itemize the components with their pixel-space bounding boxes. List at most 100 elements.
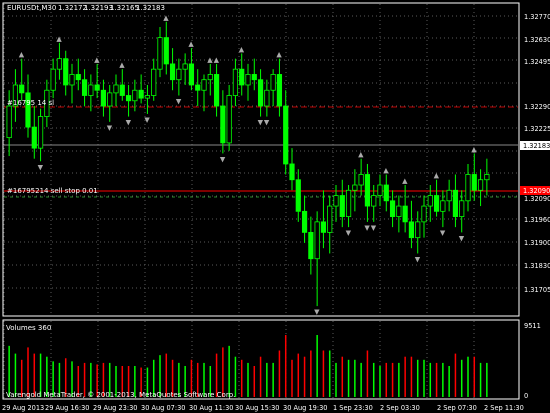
- sell-stop-label[interactable]: #16795214 sell stop 0.01: [7, 187, 98, 195]
- fractal-down-marker: ▼: [176, 98, 182, 106]
- candle-body: [188, 63, 195, 86]
- fractal-down-marker: ▼: [126, 119, 132, 127]
- fractal-up-marker: ▲: [163, 14, 169, 22]
- time-tick: 29 Aug 2013: [2, 404, 44, 412]
- candle-body: [339, 195, 345, 217]
- candle-body: [113, 84, 119, 94]
- copyright-text: Varengold MetaTrader, © 2001-2013, MetaQ…: [6, 391, 235, 399]
- candle-body: [446, 189, 452, 202]
- fractal-down-marker: ▼: [364, 224, 370, 232]
- chart-window[interactable]: ▲▼▲▲▼▲▼ ▼▲▼▲▲ ▲▼▲▼ ▼▲▼▼▲▼ ▼▲▲▼▲▼▼▲ EURUSDt,M…: [0, 0, 550, 413]
- chart-high: 1.32193: [84, 4, 113, 12]
- candle-body: [377, 184, 383, 196]
- current-price-label: 1.32183: [523, 142, 550, 150]
- candle-body: [63, 58, 69, 86]
- price-tick: 1.32630: [524, 36, 550, 44]
- candle-body: [69, 74, 75, 86]
- fractal-up-marker: ▲: [434, 172, 440, 180]
- candle-body: [151, 68, 157, 96]
- candle-body: [421, 205, 427, 223]
- candle-body: [364, 174, 371, 207]
- candle-body: [245, 74, 251, 86]
- price-tick: 1.31960: [524, 216, 550, 224]
- fractal-down-marker: ▼: [144, 116, 150, 124]
- time-tick: 29 Aug 23:30: [93, 404, 137, 412]
- candle-body: [402, 205, 408, 223]
- candle-body: [19, 84, 25, 94]
- candle-body: [345, 189, 352, 217]
- candle-body: [301, 210, 308, 233]
- candle-body: [195, 84, 201, 91]
- candle-body: [270, 74, 276, 91]
- candle-body: [371, 195, 377, 207]
- time-tick: 30 Aug 07:30: [141, 404, 185, 412]
- price-tick: 1.32090: [524, 195, 550, 203]
- fractal-up-marker: ▲: [94, 56, 100, 64]
- candle-body: [138, 89, 144, 99]
- chart-close: 1.32183: [136, 4, 165, 12]
- candle-body: [264, 89, 270, 107]
- price-tick: 1.32225: [524, 125, 550, 133]
- candle-body: [125, 95, 132, 102]
- candle-body: [226, 95, 232, 144]
- candle-body: [119, 84, 125, 96]
- candle-body: [220, 105, 226, 144]
- candle-body: [163, 37, 169, 65]
- fractal-down-marker: ▼: [258, 119, 264, 127]
- time-tick: 30 Aug 19:30: [283, 404, 327, 412]
- fractal-down-marker: ▼: [346, 229, 352, 237]
- candle-body: [415, 221, 421, 239]
- time-tick: 30 Aug 11:30: [189, 404, 233, 412]
- candle-body: [157, 37, 163, 70]
- candle-body: [251, 74, 257, 81]
- candle-body: [182, 63, 188, 70]
- time-tick: 29 Aug 16:30: [45, 404, 89, 412]
- fractal-up-marker: ▲: [214, 56, 220, 64]
- chart-low: 1.32165: [110, 4, 139, 12]
- candle-body: [484, 174, 490, 181]
- fractal-up-marker: ▲: [56, 35, 62, 43]
- candle-body: [176, 68, 182, 81]
- fractal-down-marker: ▼: [38, 163, 44, 171]
- candle-body: [433, 195, 440, 212]
- volumes-title: Volumes 360: [6, 324, 51, 332]
- fractal-up-marker: ▲: [402, 177, 408, 185]
- price-tick: 1.32290: [524, 103, 550, 111]
- candle-body: [295, 179, 301, 212]
- candle-body: [283, 105, 289, 165]
- sell-stop-price-label: 1.32090: [523, 187, 550, 195]
- fractal-up-marker: ▲: [207, 56, 213, 64]
- candle-body: [81, 79, 88, 96]
- fractal-down-marker: ▼: [415, 255, 421, 263]
- candle-body: [408, 221, 415, 239]
- candle-body: [94, 84, 100, 91]
- time-tick: 2 Sep 03:30: [380, 404, 420, 412]
- candle-body: [333, 195, 339, 207]
- candle-body: [358, 174, 364, 186]
- candle-body: [144, 95, 151, 99]
- price-tick: 1.32770: [524, 13, 550, 21]
- candle-body: [276, 74, 283, 107]
- order-sl-label[interactable]: #16795 14 sl: [7, 99, 54, 107]
- candle-body: [213, 74, 220, 107]
- candle-body: [327, 205, 333, 233]
- candle-body: [232, 68, 239, 96]
- candle-body: [239, 68, 245, 86]
- chart-symbol: EURUSDt,M30: [7, 4, 56, 12]
- fractal-down-marker: ▼: [371, 224, 377, 232]
- fractal-down-marker: ▼: [107, 124, 113, 132]
- candle-body: [6, 105, 12, 139]
- fractal-down-marker: ▼: [264, 119, 270, 127]
- fractal-up-marker: ▲: [383, 166, 389, 174]
- price-tick: 1.31705: [524, 286, 550, 294]
- time-axis: 29 Aug 2013 29 Aug 16:30 29 Aug 23:30 30…: [2, 404, 524, 412]
- candle-body: [31, 126, 37, 149]
- candle-body: [308, 231, 314, 260]
- candle-body: [37, 116, 44, 149]
- candle-body: [201, 79, 207, 91]
- volumes-max-label: 9511: [524, 322, 541, 330]
- candle-body: [352, 184, 358, 191]
- candle-body: [50, 68, 56, 91]
- candle-body: [440, 200, 446, 212]
- candle-body: [465, 174, 471, 202]
